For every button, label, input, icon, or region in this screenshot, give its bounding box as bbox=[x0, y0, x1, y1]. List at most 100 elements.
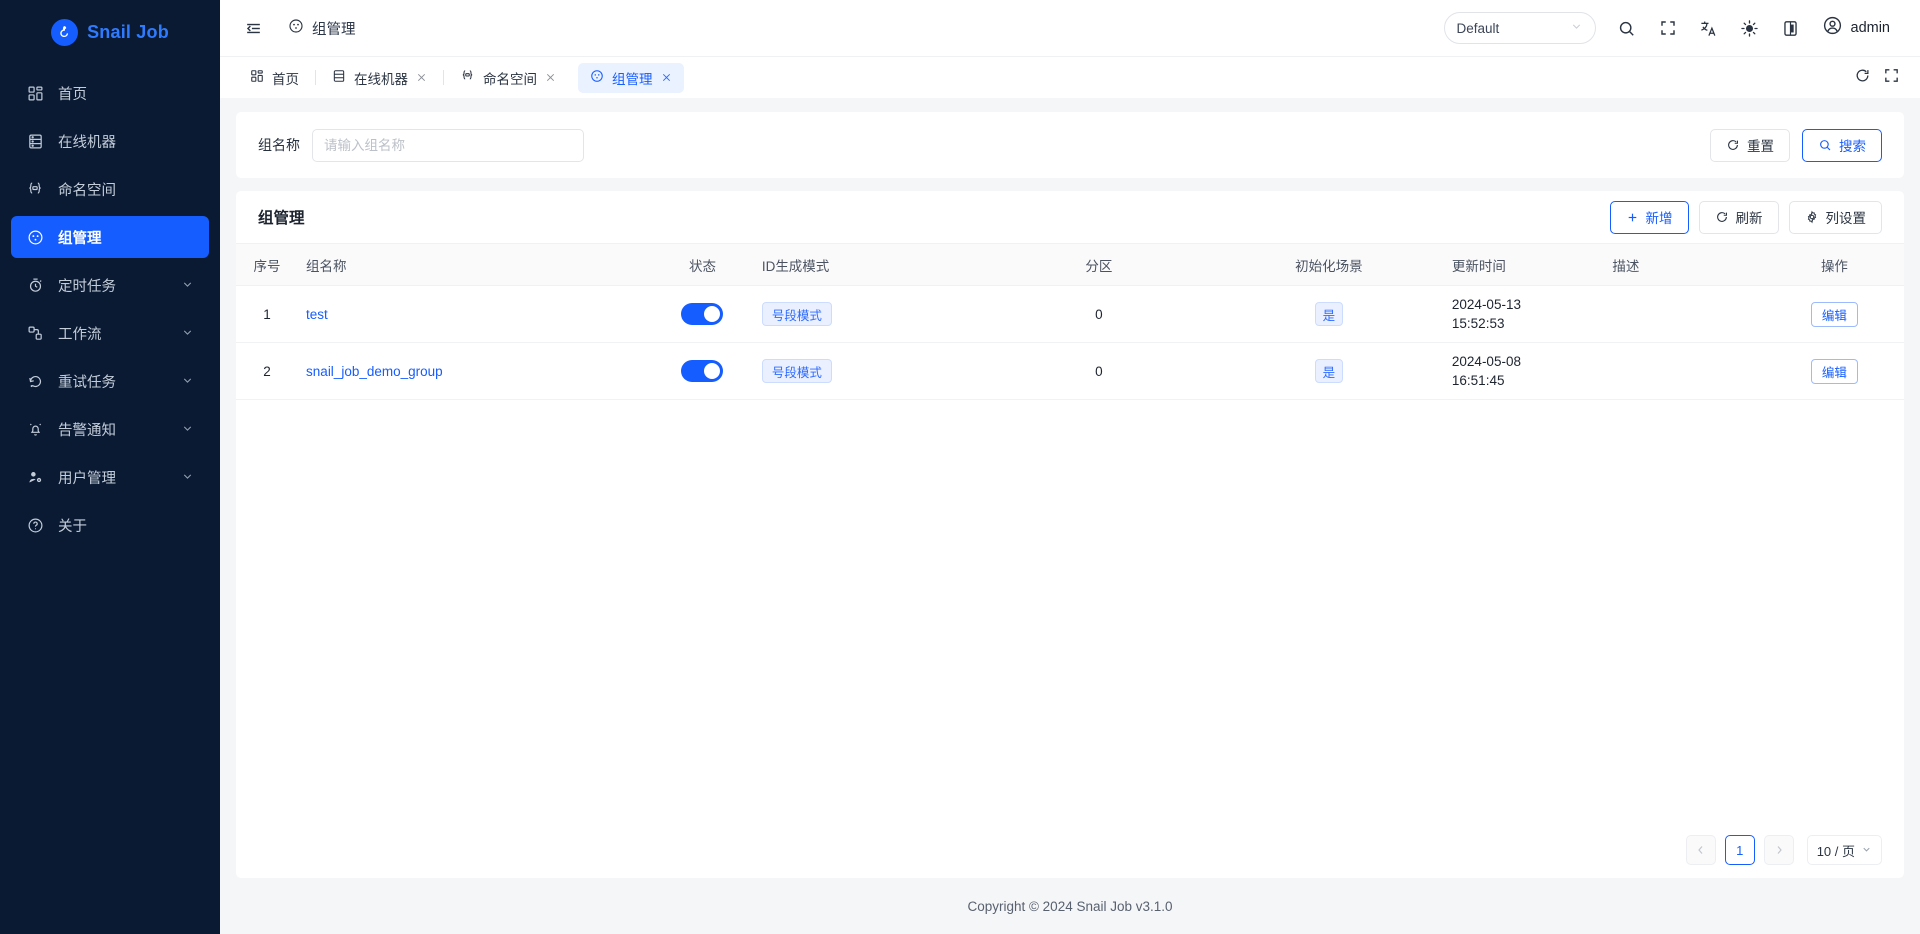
add-button-label: 新增 bbox=[1645, 211, 1673, 226]
page-title: 组管理 bbox=[258, 210, 305, 227]
search-button-label: 搜索 bbox=[1839, 139, 1866, 154]
add-button[interactable]: 新增 bbox=[1609, 200, 1689, 234]
chevron-down-icon bbox=[181, 278, 195, 292]
sidebar-item-组管理[interactable]: 组管理 bbox=[11, 216, 209, 258]
app-logo[interactable]: Snail Job bbox=[0, 4, 220, 60]
table-row[interactable]: 2 snail_job_demo_group 号段模式 0 是 2024-05-… bbox=[236, 342, 1904, 400]
tab-命名空间[interactable]: 命名空间 bbox=[448, 63, 568, 93]
question-circle-icon bbox=[25, 515, 45, 535]
chevron-down-icon bbox=[1570, 20, 1583, 36]
card-actions: 新增 刷新 列设置 bbox=[1609, 200, 1882, 234]
language-icon[interactable] bbox=[1691, 10, 1727, 46]
pagination-prev-button[interactable] bbox=[1685, 835, 1716, 865]
search-button[interactable]: 搜索 bbox=[1802, 128, 1882, 162]
breadcrumb-label: 组管理 bbox=[312, 21, 356, 38]
cell-id-mode: 号段模式 bbox=[753, 285, 984, 343]
cell-init-scene: 是 bbox=[1213, 285, 1444, 343]
update-date: 2024-05-13 bbox=[1451, 296, 1521, 312]
cell-index: 2 bbox=[236, 342, 299, 400]
tab-divider bbox=[443, 70, 444, 85]
page-size-select[interactable]: 10 / 页 bbox=[1806, 835, 1882, 865]
tab-label: 组管理 bbox=[612, 71, 653, 87]
init-scene-tag: 是 bbox=[1314, 302, 1344, 326]
sidebar-item-label: 在线机器 bbox=[58, 134, 116, 151]
refresh-icon[interactable] bbox=[1854, 67, 1871, 89]
user-settings-icon bbox=[25, 467, 45, 487]
tab-组管理[interactable]: 组管理 bbox=[578, 62, 684, 93]
sidebar: Snail Job 首页 在线机器 命名空间 组管理 定时任务 工作流 重试任务… bbox=[0, 0, 220, 934]
gear-icon bbox=[1805, 210, 1819, 224]
fullscreen-icon[interactable] bbox=[1883, 67, 1900, 89]
environment-select[interactable]: Default bbox=[1443, 12, 1596, 44]
pagination-page-1[interactable]: 1 bbox=[1724, 835, 1755, 865]
toggle-knob bbox=[704, 363, 721, 379]
init-scene-tag: 是 bbox=[1314, 359, 1344, 383]
sidebar-item-label: 命名空间 bbox=[58, 182, 116, 199]
reset-button[interactable]: 重置 bbox=[1710, 128, 1790, 162]
sidebar-item-关于[interactable]: 关于 bbox=[11, 504, 209, 546]
fullscreen-icon[interactable] bbox=[1650, 10, 1686, 46]
search-icon[interactable] bbox=[1609, 10, 1645, 46]
tab-bar-actions bbox=[1854, 67, 1906, 89]
status-toggle[interactable] bbox=[681, 303, 724, 325]
cell-partition: 0 bbox=[983, 285, 1214, 343]
bell-icon bbox=[25, 419, 45, 439]
sidebar-item-工作流[interactable]: 工作流 bbox=[11, 312, 209, 354]
app-title: Snail Job bbox=[87, 21, 169, 42]
column-header-组名称: 组名称 bbox=[298, 243, 652, 286]
column-settings-label: 列设置 bbox=[1825, 211, 1867, 226]
column-header-id生成模式: ID生成模式 bbox=[753, 243, 984, 286]
tab-在线机器[interactable]: 在线机器 bbox=[320, 63, 439, 93]
sidebar-item-告警通知[interactable]: 告警通知 bbox=[11, 408, 209, 450]
namespace-icon bbox=[25, 179, 45, 199]
sidebar-item-label: 关于 bbox=[58, 518, 87, 535]
search-filter-bar: 组名称 重置 搜索 bbox=[236, 112, 1904, 178]
close-icon[interactable] bbox=[661, 72, 672, 83]
breadcrumb: 组管理 bbox=[288, 18, 356, 39]
sidebar-item-定时任务[interactable]: 定时任务 bbox=[11, 264, 209, 306]
edit-button[interactable]: 编辑 bbox=[1810, 301, 1858, 327]
group-table-card: 组管理 新增 刷新 列设置 序号 组名称 状态 ID生成模式 分区 初始化场景 … bbox=[236, 191, 1904, 878]
column-settings-button[interactable]: 列设置 bbox=[1788, 200, 1882, 234]
sidebar-item-命名空间[interactable]: 命名空间 bbox=[11, 168, 209, 210]
sidebar-item-重试任务[interactable]: 重试任务 bbox=[11, 360, 209, 402]
group-name-link[interactable]: test bbox=[306, 307, 328, 322]
timer-icon bbox=[25, 275, 45, 295]
user-menu[interactable]: admin bbox=[1814, 10, 1897, 46]
column-header-初始化场景: 初始化场景 bbox=[1213, 243, 1444, 286]
close-icon[interactable] bbox=[416, 72, 427, 83]
tab-首页[interactable]: 首页 bbox=[238, 63, 311, 93]
cell-action: 编辑 bbox=[1764, 285, 1904, 343]
edit-button[interactable]: 编辑 bbox=[1810, 358, 1858, 384]
sidebar-item-在线机器[interactable]: 在线机器 bbox=[11, 120, 209, 162]
id-mode-tag: 号段模式 bbox=[761, 302, 832, 326]
cell-status bbox=[651, 342, 754, 400]
sidebar-item-用户管理[interactable]: 用户管理 bbox=[11, 456, 209, 498]
collapse-sidebar-icon[interactable] bbox=[240, 15, 266, 41]
cell-action: 编辑 bbox=[1764, 342, 1904, 400]
theme-light-icon[interactable] bbox=[1732, 10, 1768, 46]
tab-label: 命名空间 bbox=[483, 71, 537, 87]
footer: Copyright © 2024 Snail Job v3.1.0 bbox=[236, 878, 1904, 934]
group-name-link[interactable]: snail_job_demo_group bbox=[306, 364, 443, 379]
reset-button-label: 重置 bbox=[1747, 139, 1774, 154]
table-row[interactable]: 1 test 号段模式 0 是 2024-05-13 15:52:53 编辑 bbox=[236, 285, 1904, 343]
close-icon[interactable] bbox=[545, 72, 556, 83]
chevron-down-icon bbox=[181, 470, 195, 484]
group-table: 序号 组名称 状态 ID生成模式 分区 初始化场景 更新时间 描述 操作 1 t… bbox=[236, 243, 1904, 400]
sidebar-nav: 首页 在线机器 命名空间 组管理 定时任务 工作流 重试任务 告警通知 用户管理… bbox=[0, 72, 220, 552]
environment-select-value: Default bbox=[1456, 20, 1500, 36]
sidebar-item-label: 重试任务 bbox=[58, 374, 116, 391]
sidebar-item-首页[interactable]: 首页 bbox=[11, 72, 209, 114]
search-input[interactable] bbox=[312, 128, 584, 162]
layout-settings-icon[interactable] bbox=[1773, 10, 1809, 46]
plus-icon bbox=[1626, 211, 1639, 224]
table-body: 1 test 号段模式 0 是 2024-05-13 15:52:53 编辑 2… bbox=[236, 285, 1904, 400]
cell-description bbox=[1604, 285, 1765, 343]
refresh-button[interactable]: 刷新 bbox=[1698, 200, 1779, 234]
chevron-down-icon bbox=[181, 326, 195, 340]
pagination-next-button[interactable] bbox=[1763, 835, 1794, 865]
status-toggle[interactable] bbox=[681, 360, 724, 382]
cell-group-name: snail_job_demo_group bbox=[298, 342, 652, 400]
cell-id-mode: 号段模式 bbox=[753, 342, 984, 400]
